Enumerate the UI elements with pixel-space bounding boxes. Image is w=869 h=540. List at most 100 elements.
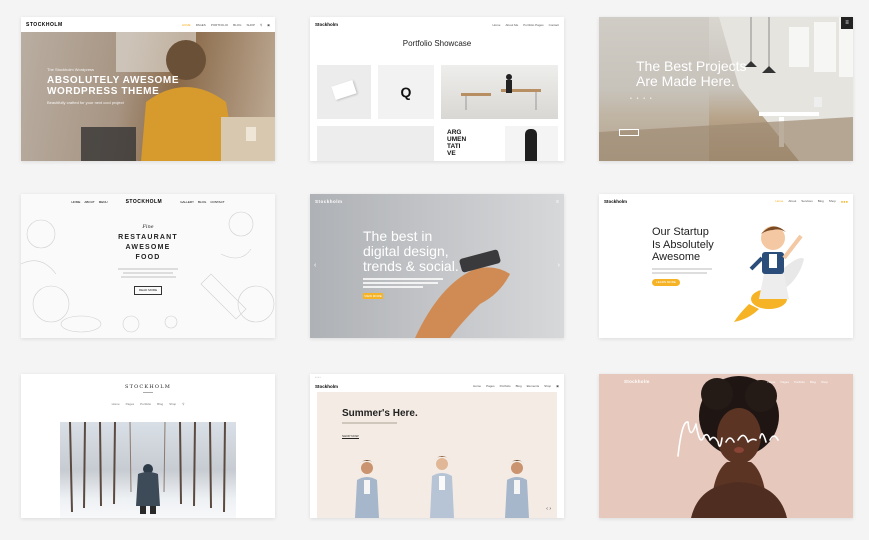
portfolio-item-typography[interactable]: ARG UMEN TATI VE [441,126,501,161]
word-line: ARG [447,129,462,136]
hero-subtitle: Beautifully crafted for your next cool p… [47,100,124,105]
portfolio-item-blank[interactable] [317,126,434,161]
card-header: Stockholm Home Pages Portfolio Blog Shop [599,374,853,389]
hero-title-line3: trends & social. [363,258,459,274]
social-icons[interactable]: ●●● [841,199,848,204]
nav-item[interactable]: Pages [780,380,789,384]
demo-card-7[interactable]: STOCKHOLM Home Pages Portfolio Blog Shop… [21,374,275,518]
portfolio-item-letter[interactable]: Q [378,65,434,119]
nav-item[interactable]: Home [767,380,775,384]
nav-item[interactable]: Blog [157,402,163,406]
nav-item[interactable]: Blog [810,380,816,384]
search-icon[interactable]: ⚲ [182,402,184,406]
text-line [652,271,707,274]
nav-item[interactable]: CONTACT [210,200,224,204]
nav-item[interactable]: Home [112,402,120,406]
site-logo: Stockholm [604,199,628,204]
site-logo: STOCKHOLM [26,21,63,28]
site-logo: Stockholm [315,383,339,389]
nav-item[interactable]: Services [801,199,813,204]
demo-card-9[interactable]: Stockholm Home Pages Portfolio Blog Shop [599,374,853,518]
nav-menu: HOME PAGES PORTFOLIO BLOG SHOP ⚲ ▣ [182,23,270,27]
hero-title: ABSOLUTELY AWESOME [47,75,180,86]
nav-item[interactable]: Contact [549,23,559,27]
nav-item[interactable]: HOME [182,23,191,27]
card-header: Stockholm ≡ [310,194,564,209]
demo-card-2[interactable]: Stockholm Home About Me Portfolio Pages … [310,17,564,161]
site-logo: Stockholm [624,379,650,384]
top-bar-info: ▪ ▪ ▪ ▪ [315,375,321,379]
signature-graphic [677,421,779,457]
nav-item[interactable]: Shop [169,402,176,406]
social-icons: ● ● ● ● [630,96,654,100]
nav-item[interactable]: BLOG [198,200,206,204]
office-photo [599,17,853,161]
nav-item[interactable]: Pages [126,402,135,406]
nav-item[interactable]: Pages [486,384,495,388]
nav-item[interactable]: ABOUT [84,200,94,204]
nav-item[interactable]: SHOP [246,23,255,27]
hero-title-line3: Awesome [652,251,701,263]
winter-forest-photo [60,422,236,518]
portfolio-item-cardholder[interactable] [317,65,371,119]
demo-card-4[interactable]: HOME ABOUT MENU STOCKHOLM GALLERY BLOG C… [21,194,275,338]
nav-item[interactable]: Home [473,384,481,388]
menu-icon[interactable]: ≡ [556,199,559,205]
card-header: HOME ABOUT MENU STOCKHOLM GALLERY BLOG C… [21,194,275,209]
nav-menu: Home Pages Portfolio Blog Elements Shop … [473,384,559,388]
demo-card-3[interactable]: ≡ The Best Projects Are Made Here. ● ● ●… [599,17,853,161]
next-arrow[interactable]: › [558,262,560,269]
hero-title-line2: WORDPRESS THEME [47,86,160,97]
nav-item[interactable]: Shop [829,199,836,204]
nav-item[interactable]: Elements [527,384,540,388]
hero-button[interactable] [619,129,639,136]
nav-item[interactable]: PAGES [196,23,206,27]
demo-card-1[interactable]: STOCKHOLM HOME PAGES PORTFOLIO BLOG SHOP… [21,17,275,161]
text-line [363,278,443,280]
nav-item[interactable]: Portfolio [794,380,805,384]
card-header: Stockholm Home About Me Portfolio Pages … [310,17,564,32]
nav-item[interactable]: Portfolio Pages [523,23,543,27]
nav-item[interactable]: GALLERY [180,200,194,204]
word-line: TATI [447,143,461,150]
nav-item[interactable]: Home [775,199,783,204]
read-more-button[interactable]: READ MORE [134,286,162,295]
portfolio-item-person[interactable] [505,126,558,161]
nav-item[interactable]: Blog [818,199,824,204]
forest-walker-illustration [69,422,226,514]
prev-arrow[interactable]: ‹ [314,262,316,269]
demo-card-6[interactable]: Stockholm Home About Services Blog Shop … [599,194,853,338]
nav-item[interactable]: About [788,199,796,204]
text-line [342,422,397,424]
nav-item[interactable]: Home [492,23,500,27]
nav-item[interactable]: MENU [99,200,108,204]
divider [143,392,153,393]
nav-item[interactable]: BLOG [233,23,241,27]
nav-item[interactable]: HOME [71,200,80,204]
text-line [652,267,712,270]
hero-pretitle: The Stockholm Wordpress [47,67,95,72]
shop-now-link[interactable]: SHOP NOW [342,434,359,439]
site-logo: Stockholm [315,22,339,27]
nav-item[interactable]: Portfolio [500,384,511,388]
nav-item[interactable]: Portfolio [140,402,151,406]
nav-item[interactable]: Shop [821,380,828,384]
nav-item[interactable]: Shop [544,384,551,388]
cart-icon[interactable]: ▣ [556,384,559,388]
hero-title: The Best Projects [636,58,747,74]
nav-item[interactable]: Blog [516,384,522,388]
learn-more-button[interactable]: LEARN MORE [652,278,680,286]
menu-button[interactable]: ≡ [841,17,853,29]
hero-title-line2: AWESOME [125,244,171,251]
slider-arrows[interactable]: ‹ › [546,506,551,512]
hero-title-line3: FOOD [135,254,161,261]
search-icon[interactable]: ⚲ [260,23,262,27]
demo-card-5[interactable]: Stockholm ≡ ‹ › The best in digital desi… [310,194,564,338]
demo-card-8[interactable]: ▪ ▪ ▪ ▪ Stockholm Home Pages Portfolio B… [310,374,564,518]
nav-item[interactable]: PORTFOLIO [211,23,228,27]
view-more-button[interactable]: VIEW MORE [363,293,383,299]
text-line [120,276,176,278]
cart-icon[interactable]: ▣ [267,23,270,27]
nav-item[interactable]: About Me [505,23,518,27]
portfolio-item-office[interactable] [441,65,558,119]
